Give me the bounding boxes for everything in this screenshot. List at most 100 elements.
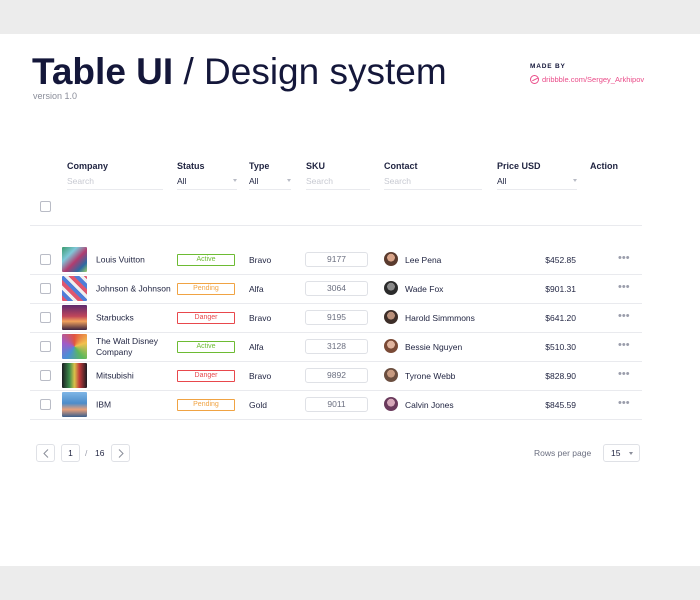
title-strong: Table UI — [32, 51, 174, 92]
company-logo-image — [62, 334, 87, 359]
more-horizontal-icon[interactable]: ••• — [618, 369, 630, 380]
row-checkbox[interactable] — [40, 399, 51, 410]
table-row[interactable]: Louis Vuitton Active Bravo 9177 Lee Pena… — [0, 245, 700, 274]
table-row[interactable]: Mitsubishi Danger Bravo 9892 Tyrone Webb… — [0, 361, 700, 390]
more-horizontal-icon[interactable]: ••• — [618, 340, 630, 351]
dribbble-icon — [530, 75, 539, 84]
column-header-price[interactable]: Price USD — [497, 161, 541, 171]
table-row[interactable]: IBM Pending Gold 9011 Calvin Jones $845.… — [0, 390, 700, 419]
title-separator: / — [183, 51, 194, 92]
rows-per-page-select[interactable]: 15 — [603, 444, 640, 462]
row-checkbox[interactable] — [40, 370, 51, 381]
company-name: Starbucks — [96, 312, 134, 322]
dribbble-link[interactable]: dribbble.com/Sergey_Arkhipov — [530, 75, 644, 84]
type-cell: Bravo — [249, 313, 272, 323]
chevron-down-icon — [287, 179, 291, 182]
status-filter-select[interactable]: All — [177, 176, 237, 190]
type-cell: Alfa — [249, 342, 264, 352]
avatar — [384, 397, 398, 411]
contact-name: Bessie Nguyen — [405, 342, 463, 352]
type-cell: Bravo — [249, 255, 272, 265]
price-cell: $845.59 — [545, 400, 576, 410]
price-cell: $901.31 — [545, 284, 576, 294]
price-filter-select[interactable]: All — [497, 176, 577, 190]
avatar — [384, 281, 398, 295]
sku-field[interactable]: 3128 — [305, 339, 368, 354]
dribbble-link-text: dribbble.com/Sergey_Arkhipov — [542, 75, 645, 84]
company-logo-image — [62, 392, 87, 417]
company-logo-image — [62, 305, 87, 330]
made-by-label: MADE BY — [530, 63, 566, 70]
contact-name: Harold Simmmons — [405, 313, 475, 323]
contact-name: Lee Pena — [405, 255, 442, 265]
sku-field[interactable]: 3064 — [305, 281, 368, 296]
table-row[interactable]: Starbucks Danger Bravo 9195 Harold Simmm… — [0, 303, 700, 332]
sku-field[interactable]: 9177 — [305, 252, 368, 267]
chevron-left-icon — [42, 449, 48, 458]
row-checkbox[interactable] — [40, 341, 51, 352]
sku-field[interactable]: 9011 — [305, 397, 368, 412]
row-checkbox[interactable] — [40, 312, 51, 323]
more-horizontal-icon[interactable]: ••• — [618, 253, 630, 264]
avatar — [384, 252, 398, 266]
more-horizontal-icon[interactable]: ••• — [618, 398, 630, 409]
row-checkbox[interactable] — [40, 254, 51, 265]
row-checkbox[interactable] — [40, 283, 51, 294]
status-badge: Danger — [177, 312, 235, 324]
company-name: Johnson & Johnson — [96, 283, 171, 293]
avatar — [384, 368, 398, 382]
more-horizontal-icon[interactable]: ••• — [618, 311, 630, 322]
rows-per-page-value: 15 — [611, 448, 621, 458]
sku-field[interactable]: 9195 — [305, 310, 368, 325]
price-filter-value: All — [497, 176, 507, 186]
next-page-button[interactable] — [111, 444, 130, 462]
prev-page-button[interactable] — [36, 444, 55, 462]
company-logo-image — [62, 363, 87, 388]
contact-search-input[interactable]: Search — [384, 176, 482, 190]
contact-name: Calvin Jones — [405, 400, 454, 410]
price-cell: $828.90 — [545, 371, 576, 381]
rows-per-page-label: Rows per page — [534, 448, 592, 458]
table-row[interactable]: Johnson & Johnson Pending Alfa 3064 Wade… — [0, 274, 700, 303]
row-divider — [30, 419, 642, 420]
company-name: The Walt Disney Company — [96, 335, 159, 357]
company-search-input[interactable]: Search — [67, 176, 163, 190]
status-filter-value: All — [177, 176, 187, 186]
column-header-sku[interactable]: SKU — [306, 161, 325, 171]
column-header-action: Action — [590, 161, 618, 171]
type-cell: Bravo — [249, 371, 272, 381]
more-horizontal-icon[interactable]: ••• — [618, 282, 630, 293]
avatar — [384, 310, 398, 324]
select-all-checkbox[interactable] — [40, 201, 51, 212]
page-separator: / — [85, 448, 88, 458]
version-label: version 1.0 — [33, 91, 78, 101]
price-cell: $452.85 — [545, 255, 576, 265]
page-title: Table UI / Design system — [32, 52, 447, 92]
company-name: Mitsubishi — [96, 370, 134, 380]
total-pages: 16 — [95, 448, 105, 458]
column-header-contact[interactable]: Contact — [384, 161, 418, 171]
header-divider — [30, 225, 642, 226]
column-header-status[interactable]: Status — [177, 161, 205, 171]
column-header-type[interactable]: Type — [249, 161, 269, 171]
type-filter-select[interactable]: All — [249, 176, 291, 190]
company-logo-image — [62, 247, 87, 272]
company-name: IBM — [96, 399, 112, 409]
table-row[interactable]: The Walt Disney Company Active Alfa 3128… — [0, 332, 700, 361]
status-badge: Active — [177, 341, 235, 353]
avatar — [384, 339, 398, 353]
price-cell: $641.20 — [545, 313, 576, 323]
type-cell: Alfa — [249, 284, 264, 294]
status-badge: Pending — [177, 399, 235, 411]
type-filter-value: All — [249, 176, 259, 186]
sku-field[interactable]: 9892 — [305, 368, 368, 383]
column-header-company[interactable]: Company — [67, 161, 108, 171]
sku-search-input[interactable]: Search — [306, 176, 370, 190]
chevron-right-icon — [118, 449, 124, 458]
page-number-input[interactable]: 1 — [61, 444, 80, 462]
chevron-down-icon — [573, 179, 577, 182]
contact-name: Wade Fox — [405, 284, 444, 294]
title-light: Design system — [204, 51, 447, 92]
chevron-down-icon — [629, 452, 633, 455]
chevron-down-icon — [233, 179, 237, 182]
